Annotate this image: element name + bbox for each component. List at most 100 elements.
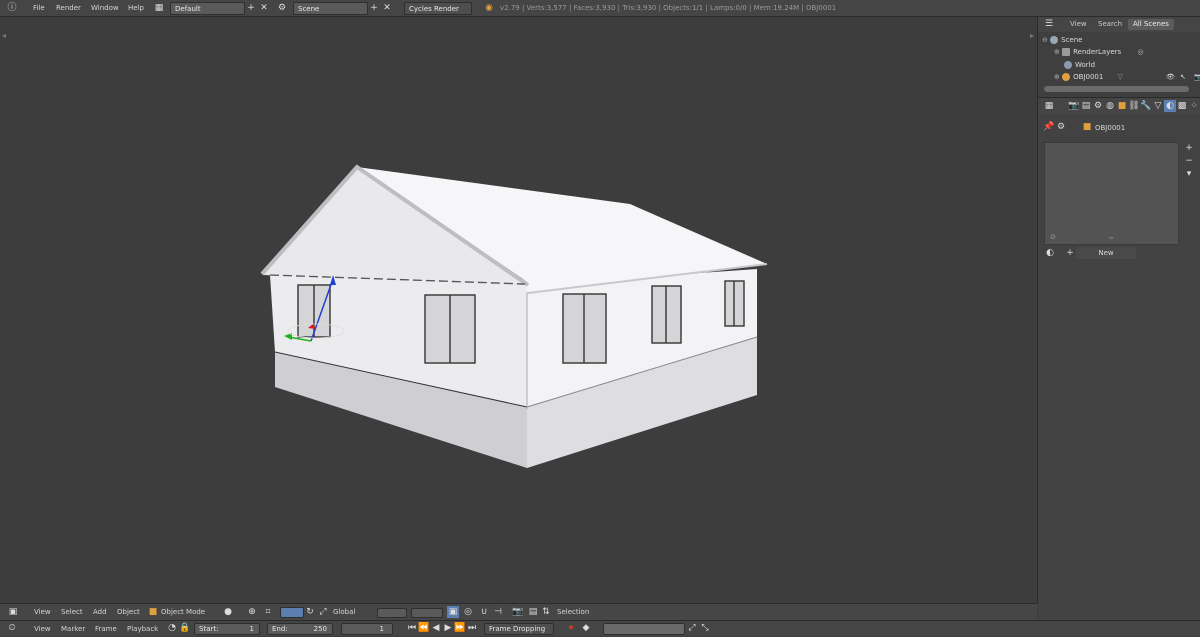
texture-tab-icon[interactable]: ▩ — [1176, 100, 1188, 112]
menu-add[interactable]: Add — [93, 604, 107, 621]
outliner-editor-icon[interactable]: ☰ — [1043, 18, 1055, 30]
outliner-row-object[interactable]: ⊕ OBJ0001 ▽ 👁 ↖ 📷 — [1054, 71, 1200, 83]
add-scene-icon[interactable]: + — [368, 2, 380, 14]
add-layout-icon[interactable]: + — [245, 2, 257, 14]
material-browse-icon[interactable]: ◐ — [1044, 247, 1056, 259]
end-frame-field[interactable]: End: 250 — [267, 623, 333, 635]
list-grip-icon[interactable]: ═ — [1109, 234, 1113, 242]
properties-header: ▦ 📷 ▤ ⚙ ◍ ■ ⛓ 🔧 ▽ ◐ ▩ ⁘ — [1038, 98, 1200, 114]
modifiers-tab-icon[interactable]: 🔧 — [1140, 100, 1152, 112]
selection-toggle-icon[interactable]: ⇅ — [540, 606, 552, 618]
data-tab-icon[interactable]: ▽ — [1152, 100, 1164, 112]
menu-help[interactable]: Help — [128, 0, 144, 17]
insert-keyframe-icon[interactable]: ⤢ — [686, 622, 698, 634]
outliner-scrollbar[interactable] — [1044, 86, 1189, 92]
jump-keyframe-back-icon[interactable]: ⏪ — [418, 622, 430, 634]
outliner-row-scene[interactable]: ⊖ Scene — [1042, 34, 1082, 46]
jump-keyframe-forward-icon[interactable]: ⏩ — [454, 622, 466, 634]
menu-window[interactable]: Window — [91, 0, 119, 17]
scene-field[interactable]: Scene — [293, 2, 368, 15]
pin-icon[interactable]: 📌 — [1043, 121, 1055, 133]
current-frame-field[interactable]: 1 — [341, 623, 393, 635]
outliner-row-world[interactable]: World — [1064, 59, 1095, 71]
opengl-anim-icon[interactable]: ▤ — [527, 606, 539, 618]
properties-editor-icon[interactable]: ▦ — [1043, 100, 1055, 112]
jump-end-icon[interactable]: ⏭ — [466, 622, 478, 634]
timeline-menu-view[interactable]: View — [34, 621, 51, 637]
editor-type-icon[interactable]: ▣ — [7, 606, 19, 618]
material-tab-icon[interactable]: ◐ — [1164, 100, 1176, 112]
render-engine-select[interactable]: Cycles Render — [404, 2, 472, 15]
keying-set-icon[interactable]: ◆ — [580, 622, 592, 634]
material-slot-list[interactable]: ⊙ ═ — [1044, 142, 1179, 245]
particles-tab-icon[interactable]: ⁘ — [1188, 100, 1200, 112]
timeline-menu-marker[interactable]: Marker — [61, 621, 85, 637]
play-icon[interactable]: ▶ — [442, 622, 454, 634]
translate-manipulator-icon[interactable] — [280, 607, 304, 618]
info-header: ⓘ File Render Window Help ▦ Default + ✕ … — [0, 0, 1200, 17]
timeline-menu-frame[interactable]: Frame — [95, 621, 117, 637]
render-layers-tab-icon[interactable]: ▤ — [1080, 100, 1092, 112]
scene-tab-icon[interactable]: ⚙ — [1092, 100, 1104, 112]
start-frame-value: 1 — [249, 625, 254, 633]
window-2 — [424, 294, 476, 364]
snap-icon[interactable]: ∪ — [478, 606, 490, 618]
timeline-menu-playback[interactable]: Playback — [127, 621, 158, 637]
snap-element-icon[interactable]: ⊣ — [492, 606, 504, 618]
close-layout-icon[interactable]: ✕ — [258, 2, 270, 14]
lock-camera-icon[interactable]: ▣ — [447, 606, 459, 618]
menu-render[interactable]: Render — [56, 0, 81, 17]
new-material-button[interactable]: New — [1076, 247, 1136, 259]
close-scene-icon[interactable]: ✕ — [381, 2, 393, 14]
menu-select[interactable]: Select — [61, 604, 83, 621]
new-material-plus-icon[interactable]: + — [1064, 247, 1076, 259]
start-frame-field[interactable]: Start: 1 — [194, 623, 260, 635]
outliner-tab-all-scenes[interactable]: All Scenes — [1128, 19, 1174, 30]
outliner-tab-view[interactable]: View — [1065, 19, 1092, 30]
preview-range-icon[interactable]: ◔ — [166, 622, 178, 634]
record-icon[interactable]: ⏺ — [565, 622, 577, 634]
3d-viewport[interactable]: ◂ ▸ — [0, 17, 1038, 603]
delete-keyframe-icon[interactable]: ⤡ — [699, 622, 711, 634]
render-tab-icon[interactable]: 📷 — [1068, 100, 1080, 112]
layer-buttons-2[interactable] — [411, 608, 443, 618]
menu-file[interactable]: File — [33, 0, 45, 17]
mode-select[interactable]: Object Mode — [161, 604, 205, 621]
add-slot-icon[interactable]: + — [1183, 142, 1195, 154]
lock-range-icon[interactable]: 🔒 — [179, 622, 191, 634]
screen-layout-field[interactable]: Default — [170, 2, 245, 15]
menu-object[interactable]: Object — [117, 604, 140, 621]
opengl-render-icon[interactable]: 📷 — [512, 606, 524, 618]
slot-specials-icon[interactable]: ▾ — [1183, 168, 1195, 180]
remove-slot-icon[interactable]: − — [1183, 155, 1195, 167]
pivot-point-icon[interactable]: ⊕ — [246, 606, 258, 618]
proportional-edit-icon[interactable]: ◎ — [462, 606, 474, 618]
object-tab-icon[interactable]: ■ — [1116, 100, 1128, 112]
info-editor-icon[interactable]: ⓘ — [6, 2, 18, 14]
house-model[interactable] — [0, 17, 1037, 603]
scene-icon[interactable]: ⚙ — [276, 2, 288, 14]
outliner-tab-search[interactable]: Search — [1093, 19, 1127, 30]
list-resize-icon[interactable]: ⊙ — [1050, 233, 1056, 241]
jump-start-icon[interactable]: ⏮ — [406, 622, 418, 634]
sync-mode-select[interactable]: Frame Dropping — [484, 623, 554, 635]
screen-layout-icon[interactable]: ▦ — [153, 2, 165, 14]
scale-manipulator-icon[interactable]: ⤢ — [317, 606, 329, 618]
layer-buttons[interactable] — [377, 608, 407, 618]
selectability-icon[interactable]: ↖ — [1180, 71, 1186, 83]
renderability-icon[interactable]: 📷 — [1194, 71, 1200, 83]
camera-render-icon[interactable]: ◎ — [1137, 48, 1143, 56]
menu-view[interactable]: View — [34, 604, 51, 621]
window-5 — [724, 280, 745, 327]
visibility-eye-icon[interactable]: 👁 — [1166, 71, 1175, 83]
world-tab-icon[interactable]: ◍ — [1104, 100, 1116, 112]
manipulator-toggle-icon[interactable]: ⌗ — [262, 606, 274, 618]
outliner-row-renderlayers[interactable]: ⊕ RenderLayers ◎ — [1054, 46, 1144, 58]
timeline-editor-icon[interactable]: ⏲ — [6, 622, 18, 634]
rotate-manipulator-icon[interactable]: ↻ — [304, 606, 316, 618]
viewport-shading-icon[interactable]: ● — [222, 606, 234, 618]
transform-orientation-select[interactable]: Global — [333, 604, 355, 621]
keying-set-field[interactable] — [603, 623, 685, 635]
play-reverse-icon[interactable]: ◀ — [430, 622, 442, 634]
constraints-tab-icon[interactable]: ⛓ — [1128, 100, 1140, 112]
